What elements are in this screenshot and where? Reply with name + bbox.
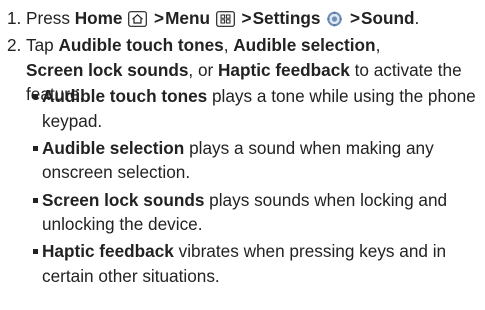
separator-2: > xyxy=(241,8,252,28)
bullet-term: Audible touch tones xyxy=(42,86,208,106)
step-1-number: 1. xyxy=(7,8,22,28)
step-2-number: 2. xyxy=(7,35,22,55)
or-word: , or xyxy=(188,59,214,80)
bullet-term: Audible selection xyxy=(42,137,185,158)
settings-gear-icon xyxy=(326,11,343,27)
option-audible-touch-tones: Audible touch tones xyxy=(58,35,224,55)
step-1-period: . xyxy=(414,8,420,28)
step-1: 1. Press Home >Menu >Settings >Sound. xyxy=(7,6,477,31)
bullet-square-icon xyxy=(33,145,38,151)
option-haptic-feedback: Haptic feedback xyxy=(218,59,350,80)
comma-2: , xyxy=(375,35,381,55)
option-screen-lock-sounds: Screen lock sounds xyxy=(26,59,189,80)
menu-grid-key-icon xyxy=(215,11,235,27)
bullet-term: Screen lock sounds xyxy=(42,189,205,210)
home-key-icon xyxy=(128,11,148,27)
separator-3: > xyxy=(349,8,360,28)
list-item: Haptic feedback vibrates when pressing k… xyxy=(33,239,478,288)
sound-label: Sound xyxy=(361,8,415,28)
menu-label: Menu xyxy=(165,8,210,28)
settings-label: Settings xyxy=(252,8,321,28)
home-label: Home xyxy=(74,8,123,28)
option-audible-selection: Audible selection xyxy=(233,35,376,55)
instructions-page: 1. Press Home >Menu >Settings >Sound. 2.… xyxy=(0,0,485,310)
list-item: Audible touch tones plays a tone while u… xyxy=(33,84,478,133)
bullet-square-icon xyxy=(33,197,38,203)
feature-bullet-list: Audible touch tones plays a tone while u… xyxy=(33,84,478,291)
bullet-square-icon xyxy=(33,249,38,255)
tap-word: Tap xyxy=(26,35,54,55)
list-item: Audible selection plays a sound when mak… xyxy=(33,136,478,185)
press-word: Press xyxy=(26,8,70,28)
bullet-term: Haptic feedback xyxy=(42,241,174,262)
comma-1: , xyxy=(223,35,229,55)
list-item: Screen lock sounds plays sounds when loc… xyxy=(33,188,478,237)
step-1-text: Press Home >Menu >Settings >Sound. xyxy=(26,6,477,31)
bullet-square-icon xyxy=(33,94,38,99)
separator-1: > xyxy=(154,8,165,28)
